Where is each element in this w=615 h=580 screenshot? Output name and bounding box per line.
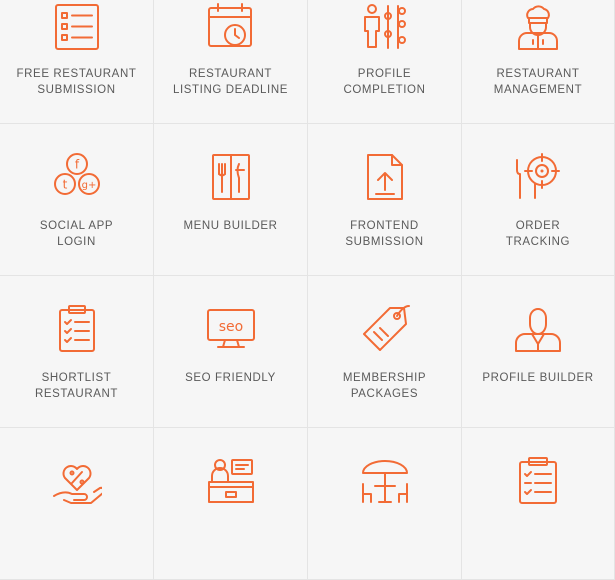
feature-label-line: ORDER <box>515 220 561 232</box>
feature-label: SHORTLIST RESTAURANT <box>0 370 153 402</box>
clipboard-list-icon <box>513 456 563 506</box>
feature-label-line: RESTAURANT <box>188 68 273 80</box>
feature-label: ORDER TRACKING <box>462 218 614 250</box>
features-grid: FREE RESTAURANT SUBMISSION RESTAURANT LIST… <box>0 0 615 580</box>
feature-label-line: SOCIAL APP <box>39 220 114 232</box>
feature-label-line: FRONTEND <box>350 220 419 232</box>
feature-label-line: TRACKING <box>505 236 571 248</box>
feature-label-line: PROFILE BUILDER <box>482 372 594 384</box>
heart-percent-hand-icon <box>52 456 102 506</box>
feature-label-line: COMPLETION <box>343 84 426 96</box>
feature-label-line: PACKAGES <box>350 388 419 400</box>
feature-card-heart-percent-hand[interactable] <box>0 428 154 580</box>
feature-label-line: PROFILE <box>357 68 412 80</box>
user-profile-icon <box>513 304 563 354</box>
tag-icon <box>360 304 410 354</box>
feature-label: PROFILE COMPLETION <box>308 66 461 98</box>
calendar-clock-icon <box>206 2 256 52</box>
umbrella-table-icon <box>360 456 410 506</box>
chef-icon <box>513 2 563 52</box>
twitter-icon: t <box>62 178 67 192</box>
feature-card-profile-builder[interactable]: PROFILE BUILDER <box>462 276 615 428</box>
feature-card-shortlist-restaurant[interactable]: SHORTLIST RESTAURANT <box>0 276 154 428</box>
feature-card-umbrella-table[interactable] <box>308 428 462 580</box>
feature-card-profile-completion[interactable]: PROFILE COMPLETION <box>308 0 462 124</box>
feature-label-line: FREE RESTAURANT <box>16 68 137 80</box>
feature-card-membership-packages[interactable]: MEMBERSHIP PACKAGES <box>308 276 462 428</box>
feature-card-social-app-login[interactable]: f t g+ SOCIAL APP LOGIN <box>0 124 154 276</box>
feature-card-restaurant-listing-deadline[interactable]: RESTAURANT LISTING DEADLINE <box>154 0 308 124</box>
feature-label-line: LISTING DEADLINE <box>172 84 289 96</box>
feature-card-order-tracking[interactable]: ORDER TRACKING <box>462 124 615 276</box>
feature-label: FRONTEND SUBMISSION <box>308 218 461 250</box>
feature-label: MEMBERSHIP PACKAGES <box>308 370 461 402</box>
feature-label-line: SEO FRIENDLY <box>185 372 276 384</box>
social-circles-icon: f t g+ <box>52 152 102 202</box>
feature-label-line: MANAGEMENT <box>493 84 583 96</box>
facebook-icon: f <box>74 158 79 172</box>
feature-card-seo-friendly[interactable]: seo SEO FRIENDLY <box>154 276 308 428</box>
feature-card-clipboard-list[interactable] <box>462 428 615 580</box>
svg-text:seo: seo <box>218 319 242 335</box>
feature-label: SEO FRIENDLY <box>154 370 307 386</box>
feature-label: FREE RESTAURANT SUBMISSION <box>0 66 153 98</box>
feature-label-line: MENU BUILDER <box>183 220 278 232</box>
reception-desk-icon <box>206 456 256 506</box>
list-icon <box>52 2 102 52</box>
feature-label: RESTAURANT LISTING DEADLINE <box>154 66 307 98</box>
feature-label-line: LOGIN <box>57 236 96 248</box>
feature-label: MENU BUILDER <box>154 218 307 234</box>
feature-label-line: RESTAURANT <box>34 388 119 400</box>
feature-card-frontend-submission[interactable]: FRONTEND SUBMISSION <box>308 124 462 276</box>
feature-card-restaurant-management[interactable]: RESTAURANT MANAGEMENT <box>462 0 615 124</box>
seo-monitor-icon: seo <box>206 304 256 354</box>
feature-card-free-restaurant-submission[interactable]: FREE RESTAURANT SUBMISSION <box>0 0 154 124</box>
feature-label: PROFILE BUILDER <box>462 370 614 386</box>
feature-label: SOCIAL APP LOGIN <box>0 218 153 250</box>
feature-label-line: RESTAURANT <box>496 68 580 80</box>
feature-label-line: SUBMISSION <box>345 236 424 248</box>
feature-card-reception-desk[interactable] <box>154 428 308 580</box>
feature-label: RESTAURANT MANAGEMENT <box>462 66 614 98</box>
profile-sliders-icon <box>360 2 410 52</box>
google-plus-icon: g+ <box>81 180 96 191</box>
order-tracking-icon <box>513 152 563 202</box>
feature-label-line: SUBMISSION <box>37 84 116 96</box>
feature-card-menu-builder[interactable]: MENU BUILDER <box>154 124 308 276</box>
feature-label-line: MEMBERSHIP <box>342 372 427 384</box>
menu-book-icon <box>206 152 256 202</box>
upload-document-icon <box>360 152 410 202</box>
clipboard-checklist-icon <box>52 304 102 354</box>
feature-label-line: SHORTLIST <box>41 372 112 384</box>
